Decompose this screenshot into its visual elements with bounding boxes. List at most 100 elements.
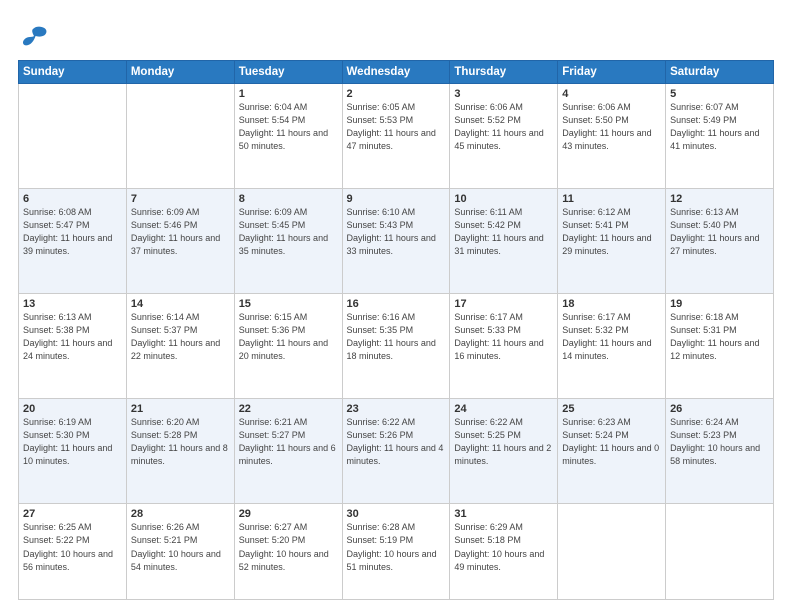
day-info: Sunrise: 6:22 AM Sunset: 5:26 PM Dayligh…: [347, 416, 446, 468]
weekday-header-saturday: Saturday: [666, 61, 774, 84]
day-number: 5: [670, 88, 769, 100]
day-number: 15: [239, 298, 338, 310]
day-number: 8: [239, 193, 338, 205]
calendar-cell: 3Sunrise: 6:06 AM Sunset: 5:52 PM Daylig…: [450, 84, 558, 189]
calendar-cell: 12Sunrise: 6:13 AM Sunset: 5:40 PM Dayli…: [666, 189, 774, 294]
day-info: Sunrise: 6:04 AM Sunset: 5:54 PM Dayligh…: [239, 101, 338, 153]
header: [18, 18, 774, 50]
day-info: Sunrise: 6:24 AM Sunset: 5:23 PM Dayligh…: [670, 416, 769, 468]
day-info: Sunrise: 6:23 AM Sunset: 5:24 PM Dayligh…: [562, 416, 661, 468]
day-number: 21: [131, 403, 230, 415]
day-number: 4: [562, 88, 661, 100]
day-number: 11: [562, 193, 661, 205]
week-row-2: 6Sunrise: 6:08 AM Sunset: 5:47 PM Daylig…: [19, 189, 774, 294]
logo: [18, 22, 48, 50]
day-info: Sunrise: 6:28 AM Sunset: 5:19 PM Dayligh…: [347, 521, 446, 573]
calendar-cell: 24Sunrise: 6:22 AM Sunset: 5:25 PM Dayli…: [450, 399, 558, 504]
calendar-cell: 6Sunrise: 6:08 AM Sunset: 5:47 PM Daylig…: [19, 189, 127, 294]
calendar-cell: [126, 84, 234, 189]
day-info: Sunrise: 6:19 AM Sunset: 5:30 PM Dayligh…: [23, 416, 122, 468]
day-info: Sunrise: 6:12 AM Sunset: 5:41 PM Dayligh…: [562, 206, 661, 258]
calendar-cell: 16Sunrise: 6:16 AM Sunset: 5:35 PM Dayli…: [342, 294, 450, 399]
calendar-cell: 4Sunrise: 6:06 AM Sunset: 5:50 PM Daylig…: [558, 84, 666, 189]
calendar-cell: 17Sunrise: 6:17 AM Sunset: 5:33 PM Dayli…: [450, 294, 558, 399]
day-number: 10: [454, 193, 553, 205]
calendar-cell: 5Sunrise: 6:07 AM Sunset: 5:49 PM Daylig…: [666, 84, 774, 189]
week-row-5: 27Sunrise: 6:25 AM Sunset: 5:22 PM Dayli…: [19, 504, 774, 600]
day-info: Sunrise: 6:27 AM Sunset: 5:20 PM Dayligh…: [239, 521, 338, 573]
day-info: Sunrise: 6:15 AM Sunset: 5:36 PM Dayligh…: [239, 311, 338, 363]
calendar-cell: 9Sunrise: 6:10 AM Sunset: 5:43 PM Daylig…: [342, 189, 450, 294]
day-info: Sunrise: 6:22 AM Sunset: 5:25 PM Dayligh…: [454, 416, 553, 468]
day-number: 6: [23, 193, 122, 205]
day-info: Sunrise: 6:13 AM Sunset: 5:38 PM Dayligh…: [23, 311, 122, 363]
calendar-cell: 13Sunrise: 6:13 AM Sunset: 5:38 PM Dayli…: [19, 294, 127, 399]
calendar-cell: 26Sunrise: 6:24 AM Sunset: 5:23 PM Dayli…: [666, 399, 774, 504]
calendar-cell: 19Sunrise: 6:18 AM Sunset: 5:31 PM Dayli…: [666, 294, 774, 399]
day-number: 27: [23, 508, 122, 520]
weekday-header-sunday: Sunday: [19, 61, 127, 84]
day-info: Sunrise: 6:25 AM Sunset: 5:22 PM Dayligh…: [23, 521, 122, 573]
day-info: Sunrise: 6:29 AM Sunset: 5:18 PM Dayligh…: [454, 521, 553, 573]
day-info: Sunrise: 6:17 AM Sunset: 5:33 PM Dayligh…: [454, 311, 553, 363]
day-info: Sunrise: 6:16 AM Sunset: 5:35 PM Dayligh…: [347, 311, 446, 363]
calendar-cell: 14Sunrise: 6:14 AM Sunset: 5:37 PM Dayli…: [126, 294, 234, 399]
weekday-header-monday: Monday: [126, 61, 234, 84]
day-info: Sunrise: 6:06 AM Sunset: 5:52 PM Dayligh…: [454, 101, 553, 153]
day-number: 24: [454, 403, 553, 415]
day-number: 23: [347, 403, 446, 415]
day-number: 30: [347, 508, 446, 520]
day-info: Sunrise: 6:11 AM Sunset: 5:42 PM Dayligh…: [454, 206, 553, 258]
calendar-cell: [19, 84, 127, 189]
day-info: Sunrise: 6:10 AM Sunset: 5:43 PM Dayligh…: [347, 206, 446, 258]
calendar-cell: 29Sunrise: 6:27 AM Sunset: 5:20 PM Dayli…: [234, 504, 342, 600]
day-info: Sunrise: 6:21 AM Sunset: 5:27 PM Dayligh…: [239, 416, 338, 468]
weekday-header-tuesday: Tuesday: [234, 61, 342, 84]
calendar-cell: [666, 504, 774, 600]
calendar-cell: 11Sunrise: 6:12 AM Sunset: 5:41 PM Dayli…: [558, 189, 666, 294]
calendar-cell: 21Sunrise: 6:20 AM Sunset: 5:28 PM Dayli…: [126, 399, 234, 504]
day-number: 12: [670, 193, 769, 205]
calendar-cell: 27Sunrise: 6:25 AM Sunset: 5:22 PM Dayli…: [19, 504, 127, 600]
weekday-header-friday: Friday: [558, 61, 666, 84]
calendar-cell: 31Sunrise: 6:29 AM Sunset: 5:18 PM Dayli…: [450, 504, 558, 600]
day-number: 14: [131, 298, 230, 310]
day-info: Sunrise: 6:26 AM Sunset: 5:21 PM Dayligh…: [131, 521, 230, 573]
calendar-cell: 15Sunrise: 6:15 AM Sunset: 5:36 PM Dayli…: [234, 294, 342, 399]
calendar-cell: [558, 504, 666, 600]
day-info: Sunrise: 6:09 AM Sunset: 5:46 PM Dayligh…: [131, 206, 230, 258]
calendar-table: SundayMondayTuesdayWednesdayThursdayFrid…: [18, 60, 774, 600]
day-number: 7: [131, 193, 230, 205]
day-number: 18: [562, 298, 661, 310]
day-info: Sunrise: 6:20 AM Sunset: 5:28 PM Dayligh…: [131, 416, 230, 468]
weekday-header-wednesday: Wednesday: [342, 61, 450, 84]
day-number: 25: [562, 403, 661, 415]
day-number: 22: [239, 403, 338, 415]
day-number: 13: [23, 298, 122, 310]
calendar-cell: 30Sunrise: 6:28 AM Sunset: 5:19 PM Dayli…: [342, 504, 450, 600]
day-number: 9: [347, 193, 446, 205]
calendar-cell: 7Sunrise: 6:09 AM Sunset: 5:46 PM Daylig…: [126, 189, 234, 294]
day-info: Sunrise: 6:13 AM Sunset: 5:40 PM Dayligh…: [670, 206, 769, 258]
day-number: 28: [131, 508, 230, 520]
day-number: 17: [454, 298, 553, 310]
day-info: Sunrise: 6:05 AM Sunset: 5:53 PM Dayligh…: [347, 101, 446, 153]
day-number: 29: [239, 508, 338, 520]
day-number: 20: [23, 403, 122, 415]
day-number: 1: [239, 88, 338, 100]
calendar-cell: 8Sunrise: 6:09 AM Sunset: 5:45 PM Daylig…: [234, 189, 342, 294]
calendar-cell: 18Sunrise: 6:17 AM Sunset: 5:32 PM Dayli…: [558, 294, 666, 399]
calendar-cell: 22Sunrise: 6:21 AM Sunset: 5:27 PM Dayli…: [234, 399, 342, 504]
day-number: 3: [454, 88, 553, 100]
weekday-header-row: SundayMondayTuesdayWednesdayThursdayFrid…: [19, 61, 774, 84]
day-number: 31: [454, 508, 553, 520]
calendar-cell: 10Sunrise: 6:11 AM Sunset: 5:42 PM Dayli…: [450, 189, 558, 294]
week-row-3: 13Sunrise: 6:13 AM Sunset: 5:38 PM Dayli…: [19, 294, 774, 399]
day-info: Sunrise: 6:18 AM Sunset: 5:31 PM Dayligh…: [670, 311, 769, 363]
calendar-cell: 28Sunrise: 6:26 AM Sunset: 5:21 PM Dayli…: [126, 504, 234, 600]
day-info: Sunrise: 6:17 AM Sunset: 5:32 PM Dayligh…: [562, 311, 661, 363]
day-number: 2: [347, 88, 446, 100]
week-row-4: 20Sunrise: 6:19 AM Sunset: 5:30 PM Dayli…: [19, 399, 774, 504]
calendar-cell: 23Sunrise: 6:22 AM Sunset: 5:26 PM Dayli…: [342, 399, 450, 504]
day-number: 26: [670, 403, 769, 415]
